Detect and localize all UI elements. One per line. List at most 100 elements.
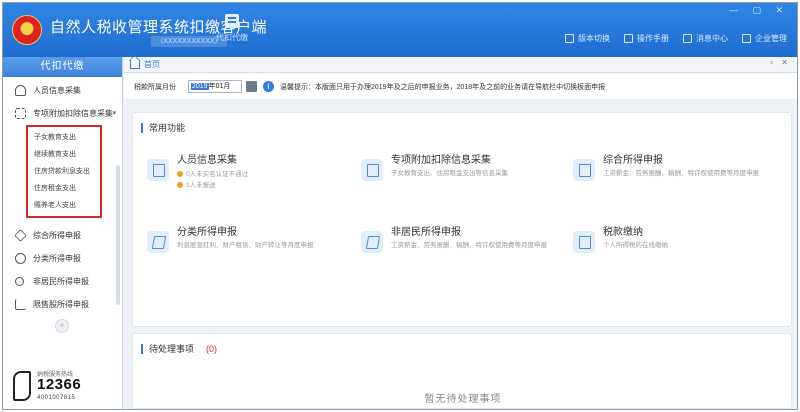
sidebar-item-label: 专项附加扣除信息采集: [33, 109, 113, 118]
func-title: 综合所得申报: [603, 155, 663, 166]
company-manage-button[interactable]: 企业管理: [742, 33, 787, 44]
func-title: 分类所得申报: [177, 227, 237, 238]
sidebar-item-label: 分类所得申报: [33, 254, 81, 263]
period-label: 税款所属月份: [134, 84, 176, 91]
edit-icon: [361, 231, 383, 253]
info-icon: i: [263, 81, 274, 92]
func-non-resident-income[interactable]: 非居民所得申报 工资薪金、劳务报酬、稿酬、特许权使用费等月度申报: [361, 223, 561, 283]
func-special-deduction[interactable]: 专项附加扣除信息采集 子女教育支出、住房租金支出等信息采集: [361, 151, 561, 211]
layers-icon: [14, 229, 27, 242]
func-desc: 工资薪金、劳务报酬、稿酬、特许权使用费等月度申报: [391, 242, 547, 249]
id-card-icon: [147, 159, 169, 181]
func-desc: 子女教育支出、住房租金支出等信息采集: [391, 170, 508, 177]
tax-hotline: 纳税服务热线 12366 4001007815: [13, 369, 113, 405]
message-center-label: 消息中心: [696, 34, 728, 43]
period-date-field[interactable]: 2019年01月: [188, 80, 242, 93]
sidebar-item-label: 人员信息采集: [33, 86, 81, 95]
period-year: 2019: [191, 83, 209, 90]
sidebar: 代扣代缴 人员信息采集 专项附加扣除信息采集 ▾ 子女教育支出 继续教育支出 住…: [3, 57, 123, 409]
special-deduction-submenu: 子女教育支出 继续教育支出 住房贷款利息支出 住房租金支出 赡养老人支出: [26, 125, 102, 218]
func-comprehensive-income[interactable]: 综合所得申报 工资薪金、劳务报酬、稿酬、特许权使用费等月度申报: [573, 151, 773, 211]
mail-icon: [683, 34, 692, 43]
agent-mode-button[interactable]: 代扣代缴: [212, 14, 252, 43]
company-icon: [742, 34, 751, 43]
func-stat-unsubmitted: 1人未报送: [177, 179, 216, 189]
pending-items-title: 待处理事项 (0): [141, 344, 217, 354]
func-desc: 个人所得税的在线缴纳: [603, 242, 668, 249]
collapse-sidebar-button[interactable]: «: [55, 319, 69, 333]
chevron-down-icon: ▾: [112, 110, 116, 117]
pending-title-text: 待处理事项: [149, 344, 195, 354]
version-switch-label: 版本切换: [578, 34, 610, 43]
tax-emblem-icon: [12, 15, 42, 45]
tab-home[interactable]: 首页: [144, 59, 160, 70]
func-title: 人员信息采集: [177, 155, 237, 166]
func-stat-text: 1人未报送: [186, 182, 216, 189]
func-desc: 工资薪金、劳务报酬、稿酬、特许权使用费等月度申报: [603, 170, 759, 177]
pending-items-panel: 待处理事项 (0) 暂无待处理事项: [132, 333, 792, 409]
version-switch-icon: [565, 34, 574, 43]
agent-icon: [225, 14, 239, 28]
company-manage-label: 企业管理: [755, 34, 787, 43]
tab-bar: 首页 ▫ ✕: [124, 57, 797, 73]
bar-chart-icon: [15, 299, 26, 310]
func-stat-unverified: 0人未实名认证不通过: [177, 168, 248, 178]
sidebar-item-classified-income[interactable]: 分类所得申报: [3, 247, 122, 270]
period-month: 年01月: [208, 83, 231, 90]
pending-empty-message: 暂无待处理事项: [424, 394, 502, 405]
grid-icon: [15, 108, 26, 119]
func-personnel-info[interactable]: 人员信息采集 0人未实名认证不通过 1人未报送: [147, 151, 347, 211]
hotline-sub-number: 4001007815: [37, 395, 76, 401]
func-stat-text: 0人未实名认证不通过: [186, 171, 249, 178]
submenu-item-housing-loan-interest[interactable]: 住房贷款利息支出: [28, 163, 100, 180]
manual-button[interactable]: 操作手册: [624, 33, 669, 44]
sidebar-item-label: 非居民所得申报: [33, 277, 89, 286]
message-center-button[interactable]: 消息中心: [683, 33, 728, 44]
common-functions-title: 常用功能: [141, 123, 185, 133]
warning-dot-icon: [177, 182, 183, 188]
submenu-item-housing-rent[interactable]: 住房租金支出: [28, 180, 100, 197]
edit-icon: [147, 231, 169, 253]
pending-count: (0): [206, 344, 218, 354]
sidebar-item-comprehensive-income[interactable]: 综合所得申报: [3, 224, 122, 247]
manual-icon: [624, 34, 633, 43]
period-bar: 税款所属月份 2019年01月 i 温馨提示：本版面只用于办理2019年及之后的…: [124, 73, 797, 99]
func-title: 非居民所得申报: [391, 227, 461, 238]
sidebar-item-label: 限售股所得申报: [33, 300, 89, 309]
window-controls[interactable]: — ▢ ✕: [729, 5, 789, 16]
submenu-item-continuing-education[interactable]: 继续教育支出: [28, 146, 100, 163]
func-tax-payment[interactable]: 税款缴纳 个人所得税的在线缴纳: [573, 223, 773, 283]
app-header: 自然人税收管理系统扣缴客户端 （XXXXXXXXXXX） 代扣代缴 — ▢ ✕ …: [3, 3, 797, 57]
version-switch-button[interactable]: 版本切换: [565, 33, 610, 44]
main-content: 首页 ▫ ✕ 税款所属月份 2019年01月 i 温馨提示：本版面只用于办理20…: [124, 57, 797, 409]
warning-dot-icon: [177, 171, 183, 177]
sidebar-item-restricted-shares-income[interactable]: 限售股所得申报: [3, 293, 122, 316]
sidebar-scrollbar[interactable]: [116, 165, 120, 305]
func-title: 税款缴纳: [603, 227, 643, 238]
sidebar-item-non-resident-income[interactable]: 非居民所得申报: [3, 270, 122, 293]
hotline-logo-icon: [13, 371, 31, 401]
user-icon: [15, 85, 26, 96]
sidebar-item-personnel-info[interactable]: 人员信息采集: [3, 79, 122, 102]
home-icon[interactable]: [130, 60, 140, 69]
manual-label: 操作手册: [637, 34, 669, 43]
sidebar-item-special-deduction[interactable]: 专项附加扣除信息采集 ▾: [3, 102, 122, 125]
sidebar-item-label: 综合所得申报: [33, 231, 81, 240]
submenu-item-elderly-support[interactable]: 赡养老人支出: [28, 197, 100, 214]
func-classified-income[interactable]: 分类所得申报 利息股息红利、财产租赁、财产转让等月度申报: [147, 223, 347, 283]
common-functions-panel: 常用功能 人员信息采集 0人未实名认证不通过 1人未报送 专项附加扣除信息采集 …: [132, 112, 792, 327]
hotline-number: 12366: [37, 376, 82, 393]
report-icon: [573, 159, 595, 181]
tab-controls[interactable]: ▫ ✕: [770, 58, 791, 67]
pie-chart-icon: [15, 253, 26, 264]
sidebar-header: 代扣代缴: [3, 57, 122, 77]
payment-icon: [573, 231, 595, 253]
top-nav: 版本切换 操作手册 消息中心 企业管理: [565, 33, 787, 44]
person-icon: [15, 277, 24, 286]
agent-mode-label: 代扣代缴: [216, 33, 248, 42]
calendar-icon[interactable]: [246, 81, 257, 92]
func-desc: 利息股息红利、财产租赁、财产转让等月度申报: [177, 242, 314, 249]
func-title: 专项附加扣除信息采集: [391, 155, 491, 166]
submenu-item-child-education[interactable]: 子女教育支出: [28, 129, 100, 146]
period-tip: 温馨提示：本版面只用于办理2019年及之后的申报业务，2018年及之前的业务请在…: [280, 84, 606, 91]
